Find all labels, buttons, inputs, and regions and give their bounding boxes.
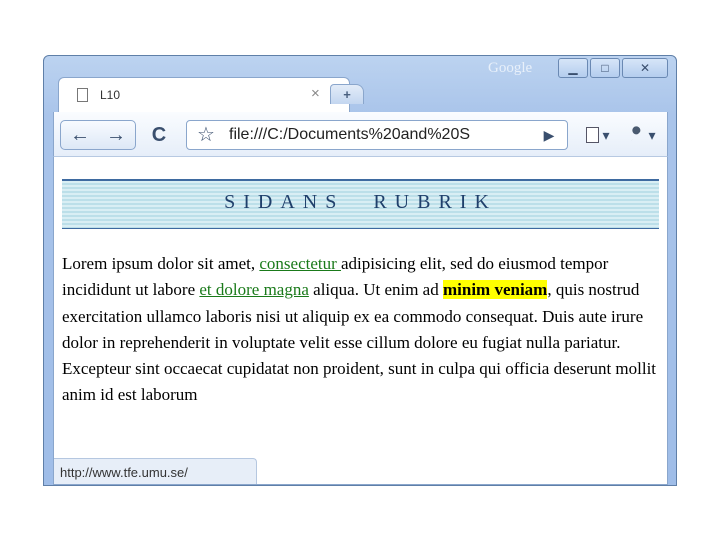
browser-brand: Google [488,60,533,76]
bookmark-star-icon[interactable]: ☆ [191,119,221,149]
dolore-magna-link[interactable]: et dolore magna [199,280,309,299]
page-banner: SIDANS RUBRIK [62,179,659,229]
toolbar: ← → C ☆ file:///C:/Documents%20and%20S ▶… [53,112,668,156]
address-input[interactable]: file:///C:/Documents%20and%20S [229,126,521,144]
paragraph-text: Lorem ipsum dolor sit amet, [62,254,260,273]
highlighted-text: minim veniam [442,280,548,300]
go-icon[interactable]: ▶ [535,120,563,150]
paragraph-text: aliqua. Ut enim ad [308,280,443,300]
maximize-button[interactable]: □ [590,58,620,78]
minimize-button[interactable]: ▁ [558,58,588,78]
body-paragraph: Lorem ipsum dolor sit amet, consectetur … [62,251,660,409]
consectetur-link[interactable]: consectetur [259,254,341,273]
page-menu-icon[interactable]: ▾ [578,120,618,150]
close-window-button[interactable]: ✕ [622,58,668,78]
page-viewport: SIDANS RUBRIK Lorem ipsum dolor sit amet… [53,156,668,485]
wrench-menu-icon[interactable]: ▾ [622,120,662,150]
page-heading: SIDANS RUBRIK [224,191,497,213]
new-tab-button[interactable]: + [330,84,364,104]
tab-l10[interactable]: L10 × [58,77,350,113]
forward-arrow-icon[interactable]: → [98,120,134,150]
omnibox[interactable]: ☆ file:///C:/Documents%20and%20S ▶ [186,120,568,150]
tab-close-icon[interactable]: × [311,85,320,102]
browser-window: Google ▁ □ ✕ L10 × + ← → C ☆ file:///C:/… [43,55,677,486]
back-arrow-icon[interactable]: ← [62,120,98,150]
reload-icon[interactable]: C [142,120,176,150]
page-icon [77,88,88,102]
status-bar: http://www.tfe.umu.se/ [54,458,257,484]
tab-title: L10 [100,88,121,102]
